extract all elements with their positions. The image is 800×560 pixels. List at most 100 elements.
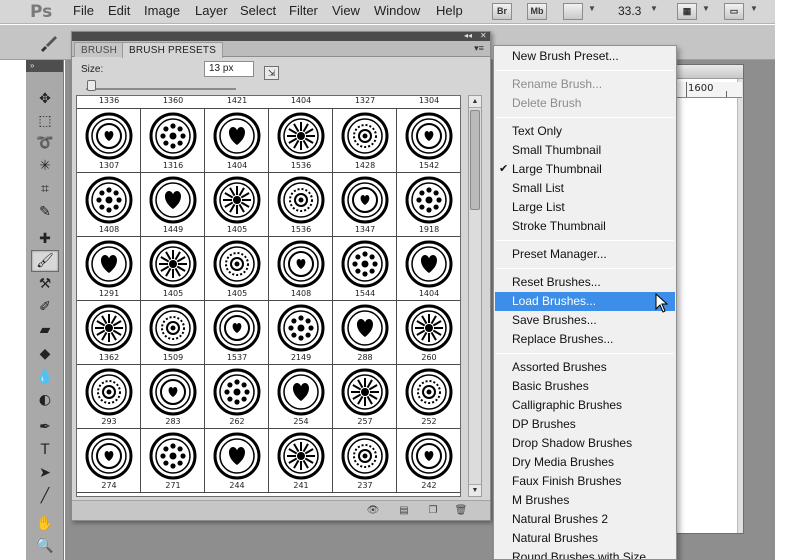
brush-preset-thumbnail[interactable]: 1291 [77, 237, 141, 301]
lasso-tool-icon[interactable]: ➰ [31, 132, 59, 154]
healing-brush-tool-icon[interactable]: ✚ [31, 228, 59, 250]
menu-help[interactable]: Help [436, 0, 463, 24]
path-selection-tool-icon[interactable]: ➤ [31, 462, 59, 484]
menu-item-reset-brushes[interactable]: Reset Brushes... [495, 273, 675, 292]
brush-tool-icon[interactable] [38, 33, 60, 53]
brush-preset-thumbnail[interactable]: 242 [397, 429, 460, 493]
brush-preset-thumbnail[interactable]: 1404 [205, 109, 269, 173]
brush-preset-thumbnail[interactable]: 1316 [141, 109, 205, 173]
zoom-level[interactable]: 33.3 [618, 0, 641, 22]
brush-preset-thumbnail[interactable]: 1347 [333, 173, 397, 237]
crop-tool-icon[interactable]: ⌗ [31, 178, 59, 200]
menu-item-large-list[interactable]: Large List [495, 198, 675, 217]
extras-icon[interactable] [563, 3, 583, 20]
brush-preset-thumbnail[interactable]: 1362 [77, 301, 141, 365]
panel-menu-icon[interactable]: ▾≡ [471, 43, 487, 54]
menu-item-load-brushes[interactable]: Load Brushes... [495, 292, 675, 311]
eraser-tool-icon[interactable]: ▰ [31, 319, 59, 341]
line-tool-icon[interactable]: ╱ [31, 485, 59, 507]
brush-preset-thumbnail[interactable]: 1405 [141, 237, 205, 301]
brush-preset-thumbnail[interactable]: 1542 [397, 109, 460, 173]
brush-preset-thumbnail[interactable]: 1405 [205, 237, 269, 301]
document-scrollbar[interactable] [737, 79, 743, 533]
menu-item-natural-brushes-2[interactable]: Natural Brushes 2 [495, 510, 675, 529]
clone-stamp-tool-icon[interactable]: ⚒ [31, 273, 59, 295]
brush-preset-thumbnail[interactable]: 1537 [205, 301, 269, 365]
menu-layer[interactable]: Layer [195, 0, 228, 24]
menu-item-small-list[interactable]: Small List [495, 179, 675, 198]
menu-item-dp-brushes[interactable]: DP Brushes [495, 415, 675, 434]
history-brush-tool-icon[interactable]: ✐ [31, 296, 59, 318]
menu-item-calligraphic-brushes[interactable]: Calligraphic Brushes [495, 396, 675, 415]
brush-preset-thumbnail[interactable]: 1536 [269, 173, 333, 237]
brush-preset-thumbnail[interactable]: 237 [333, 429, 397, 493]
chevron-down-icon[interactable]: ▼ [750, 4, 758, 13]
menu-item-round-brushes-with-size[interactable]: Round Brushes with Size [495, 548, 675, 559]
brush-preset-thumbnail[interactable]: 1918 [397, 173, 460, 237]
menu-image[interactable]: Image [144, 0, 180, 24]
brush-preset-thumbnail[interactable]: 252 [397, 365, 460, 429]
menu-item-dry-media-brushes[interactable]: Dry Media Brushes [495, 453, 675, 472]
chevron-down-icon[interactable]: ▼ [702, 4, 710, 13]
brush-preset-thumbnail[interactable]: 1405 [205, 173, 269, 237]
brush-preset-thumbnail[interactable]: 1404 [397, 237, 460, 301]
paint-bucket-tool-icon[interactable]: ◆ [31, 343, 59, 365]
brush-preset-thumbnail[interactable]: 1408 [269, 237, 333, 301]
collapse-icon[interactable]: ◂◂ [464, 31, 472, 40]
menu-item-large-thumbnail[interactable]: ✔ Large Thumbnail [495, 160, 675, 179]
blur-tool-icon[interactable]: 💧 [31, 366, 59, 388]
menu-item-assorted-brushes[interactable]: Assorted Brushes [495, 358, 675, 377]
menu-item-basic-brushes[interactable]: Basic Brushes [495, 377, 675, 396]
brush-preset-thumbnail[interactable]: 274 [77, 429, 141, 493]
menu-edit[interactable]: Edit [108, 0, 130, 24]
bridge-button[interactable]: Br [492, 3, 512, 20]
menu-item-drop-shadow-brushes[interactable]: Drop Shadow Brushes [495, 434, 675, 453]
brush-preset-thumbnail[interactable]: 262 [205, 365, 269, 429]
size-slider-track[interactable] [86, 88, 236, 90]
menu-select[interactable]: Select [240, 0, 276, 24]
screen-mode-icon[interactable]: ▭ [724, 3, 744, 20]
hand-tool-icon[interactable]: ✋ [31, 513, 59, 535]
new-brush-icon[interactable]: ❐ [426, 504, 440, 517]
menu-item-save-brushes[interactable]: Save Brushes... [495, 311, 675, 330]
brush-preset-thumbnail[interactable]: 1536 [269, 109, 333, 173]
restore-size-icon[interactable]: ⇲ [264, 66, 279, 80]
brush-preset-thumbnail[interactable]: 271 [141, 429, 205, 493]
tab-brush[interactable]: BRUSH [74, 42, 125, 57]
scroll-down-arrow-icon[interactable]: ▼ [469, 484, 481, 496]
close-icon[interactable]: ✕ [480, 31, 487, 40]
menu-item-stroke-thumbnail[interactable]: Stroke Thumbnail [495, 217, 675, 236]
brush-tool-icon[interactable]: 🖌 [31, 250, 59, 272]
brush-preset-thumbnail[interactable]: 1408 [77, 173, 141, 237]
type-tool-icon[interactable]: T [31, 439, 59, 461]
brush-preset-thumbnail[interactable]: 1509 [141, 301, 205, 365]
panel-header-bar[interactable]: ◂◂ ✕ [72, 31, 490, 41]
open-preset-manager-icon[interactable]: ▤ [397, 504, 411, 517]
brush-preset-thumbnail[interactable]: 2149 [269, 301, 333, 365]
mini-bridge-button[interactable]: Mb [527, 3, 547, 20]
menu-item-natural-brushes[interactable]: Natural Brushes [495, 529, 675, 548]
menu-item-new-brush-preset[interactable]: New Brush Preset... [495, 47, 675, 66]
tools-panel-header[interactable]: » [26, 60, 63, 72]
menu-item-faux-finish-brushes[interactable]: Faux Finish Brushes [495, 472, 675, 491]
brush-preset-thumbnail[interactable]: 293 [77, 365, 141, 429]
menu-file[interactable]: File [73, 0, 94, 24]
zoom-tool-icon[interactable]: 🔍 [31, 535, 59, 557]
menu-item-small-thumbnail[interactable]: Small Thumbnail [495, 141, 675, 160]
chevron-down-icon[interactable]: ▼ [650, 4, 658, 13]
dodge-tool-icon[interactable]: ◐ [31, 389, 59, 411]
size-field[interactable]: 13 px [204, 61, 254, 77]
menu-view[interactable]: View [332, 0, 360, 24]
scroll-up-arrow-icon[interactable]: ▲ [469, 96, 481, 108]
menu-item-text-only[interactable]: Text Only [495, 122, 675, 141]
quick-selection-tool-icon[interactable]: ✳ [31, 155, 59, 177]
brush-preset-thumbnail[interactable]: 1544 [333, 237, 397, 301]
size-slider-thumb[interactable] [87, 80, 96, 91]
brush-preset-thumbnail[interactable]: 257 [333, 365, 397, 429]
panel-scrollbar[interactable]: ▲ ▼ [468, 95, 482, 497]
move-tool-icon[interactable]: ✥ [31, 88, 59, 110]
toggle-brush-panel-icon[interactable]: 👁 [366, 504, 380, 517]
menu-item-replace-brushes[interactable]: Replace Brushes... [495, 330, 675, 349]
menu-window[interactable]: Window [374, 0, 420, 24]
brush-preset-thumbnail[interactable]: 241 [269, 429, 333, 493]
